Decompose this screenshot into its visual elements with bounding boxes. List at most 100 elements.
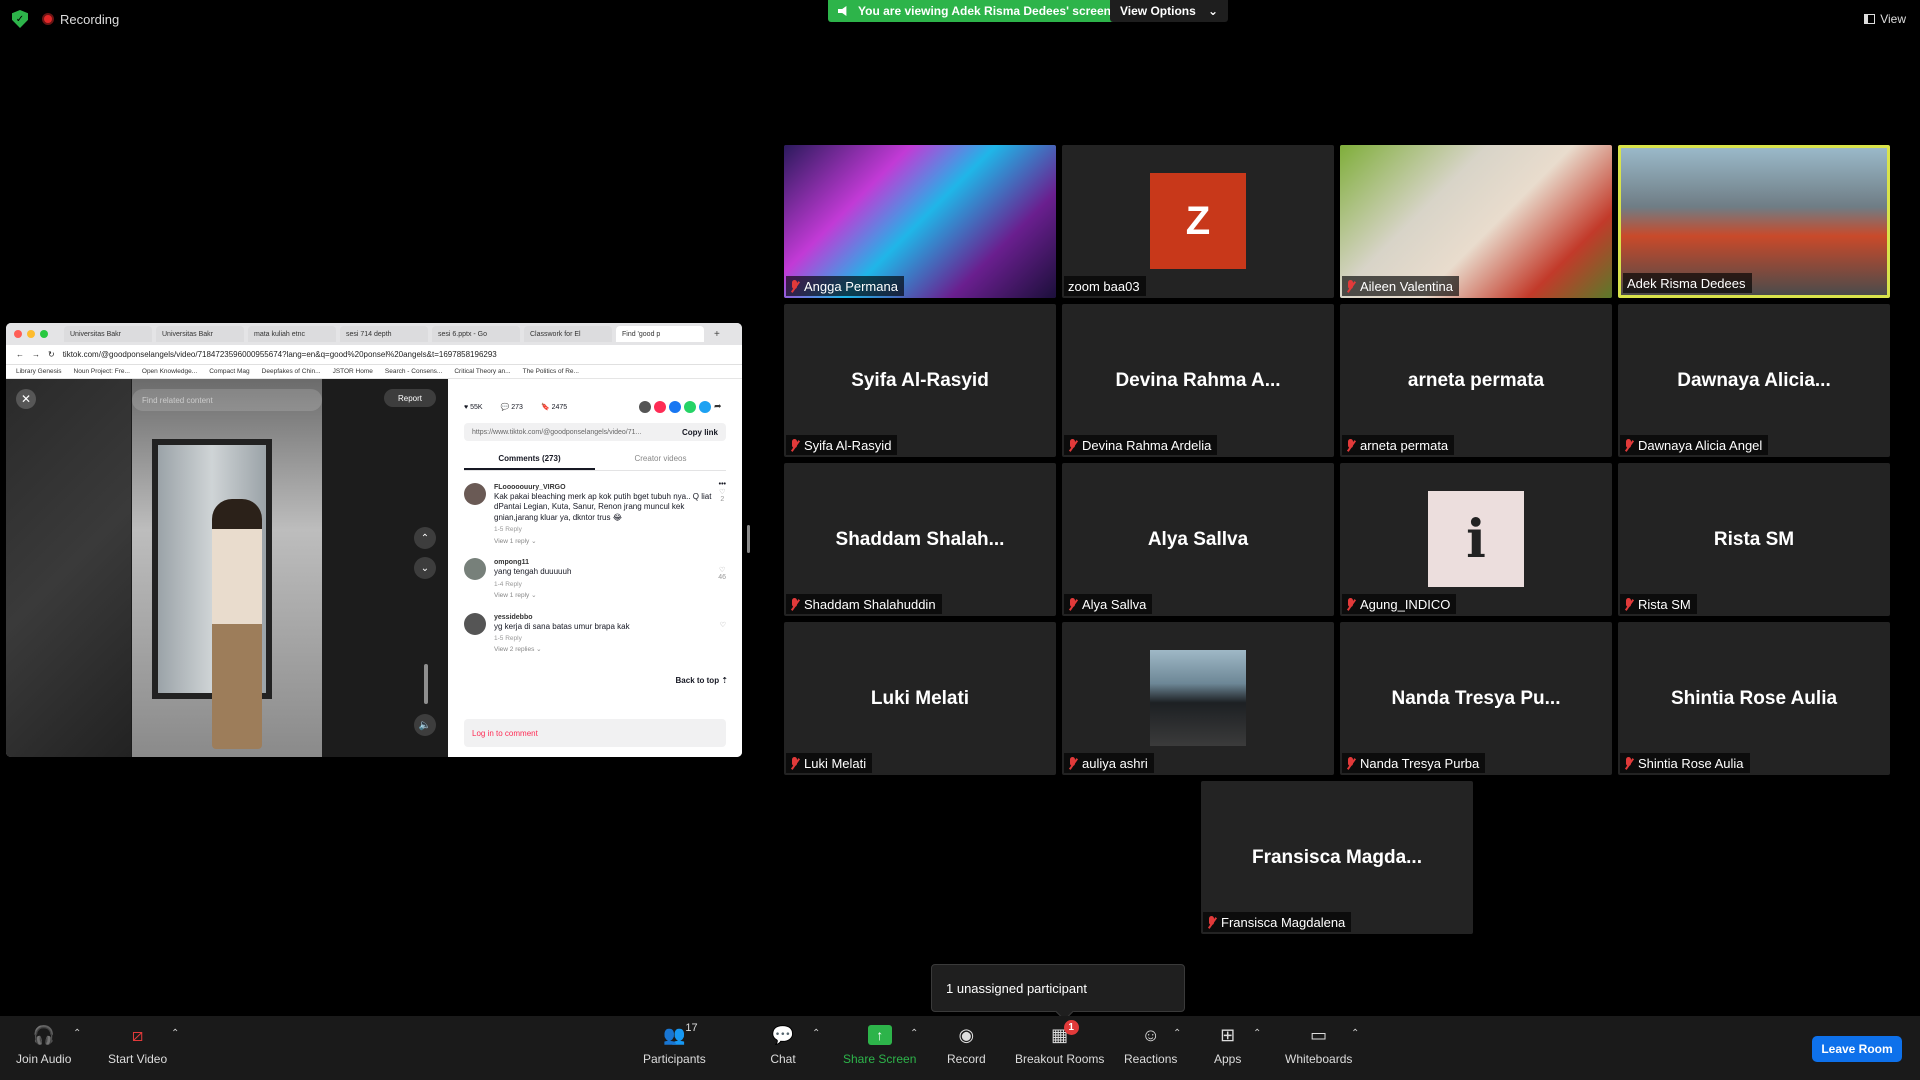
participant-tile[interactable]: Shaddam Shalah... Shaddam Shalahuddin — [784, 463, 1056, 616]
participant-tile[interactable]: Adek Risma Dedees — [1618, 145, 1890, 298]
record-button[interactable]: ◉ Record — [947, 1024, 986, 1067]
participant-tile[interactable]: Syifa Al-Rasyid Syifa Al-Rasyid — [784, 304, 1056, 457]
view-options-button[interactable]: View Options ⌄ — [1110, 0, 1228, 22]
chat-button[interactable]: 💬 Chat — [770, 1024, 796, 1067]
security-shield-icon[interactable] — [12, 10, 28, 28]
back-icon[interactable]: ← — [16, 350, 24, 359]
avatar[interactable] — [464, 612, 486, 635]
shared-screen[interactable]: Universitas Bakr Universitas Bakr mata k… — [6, 323, 742, 757]
comment-user[interactable]: FLooooouury_VIRGO — [494, 483, 726, 492]
participant-tile[interactable]: Luki Melati Luki Melati — [784, 622, 1056, 775]
bookmark-item[interactable]: Compact Mag — [209, 368, 249, 375]
heart-icon[interactable]: ♡ — [718, 566, 726, 574]
join-audio-button[interactable]: 🎧 Join Audio — [16, 1024, 71, 1067]
view-replies-link[interactable]: View 1 reply ⌄ — [494, 538, 726, 546]
heart-icon[interactable]: ♡ — [719, 488, 726, 496]
related-search-input[interactable]: Find related content — [132, 389, 322, 411]
comment-like[interactable]: ••• ♡ 2 — [719, 481, 726, 503]
comments-count[interactable]: 💬 273 — [501, 403, 523, 411]
whiteboards-button[interactable]: ▭ Whiteboards — [1285, 1024, 1352, 1067]
share-arrow-icon[interactable]: ➦ — [714, 401, 726, 413]
participant-tile[interactable]: Fransisca Magda... Fransisca Magdalena — [1201, 781, 1473, 934]
share-screen-button[interactable]: ↑ Share Screen — [843, 1024, 916, 1066]
participant-tile[interactable]: Aileen Valentina — [1340, 145, 1612, 298]
more-options-icon[interactable]: ••• — [719, 481, 726, 488]
view-replies-link[interactable]: View 1 reply ⌄ — [494, 592, 726, 600]
reactions-button[interactable]: ☺ Reactions — [1124, 1024, 1177, 1067]
address-bar[interactable]: ← → ↻ tiktok.com/@goodponselangels/video… — [6, 345, 742, 365]
likes-count[interactable]: ♥ 55K — [464, 404, 483, 411]
browser-tab[interactable]: Classwork for El — [524, 326, 612, 342]
leave-room-button[interactable]: Leave Room — [1812, 1036, 1902, 1062]
whatsapp-icon[interactable] — [684, 401, 696, 413]
bookmark-item[interactable]: Open Knowledge... — [142, 368, 197, 375]
saves-count[interactable]: 🔖 2475 — [541, 403, 567, 411]
browser-tab[interactable]: Universitas Bakr — [156, 326, 244, 342]
browser-tab-active[interactable]: Find 'good p — [616, 326, 704, 342]
chat-options-caret-icon[interactable]: ⌃ — [812, 1028, 820, 1039]
bookmark-item[interactable]: JSTOR Home — [333, 368, 373, 375]
split-resize-handle[interactable] — [747, 525, 750, 553]
facebook-icon[interactable] — [669, 401, 681, 413]
bookmark-item[interactable]: Critical Theory an... — [454, 368, 510, 375]
maximize-window-icon[interactable] — [40, 330, 48, 338]
report-button[interactable]: Report — [384, 389, 436, 407]
browser-tab[interactable]: sesi 6.pptx - Go — [432, 326, 520, 342]
browser-tab[interactable]: mata kuliah etnc — [248, 326, 336, 342]
avatar[interactable] — [464, 483, 486, 505]
participant-tile[interactable]: Shintia Rose Aulia Shintia Rose Aulia — [1618, 622, 1890, 775]
apps-button[interactable]: ⊞ Apps — [1214, 1024, 1241, 1067]
back-to-top-button[interactable]: Back to top ⇡ — [676, 676, 728, 685]
bookmark-item[interactable]: The Politics of Re... — [523, 368, 579, 375]
audio-options-caret-icon[interactable]: ⌃ — [73, 1028, 81, 1039]
recording-indicator[interactable]: Recording — [42, 12, 119, 27]
url-text[interactable]: tiktok.com/@goodponselangels/video/71847… — [63, 350, 497, 359]
friends-share-icon[interactable] — [654, 401, 666, 413]
tab-creator-videos[interactable]: Creator videos — [595, 449, 726, 470]
browser-tab[interactable]: sesi 714 depth — [340, 326, 428, 342]
participant-tile[interactable]: Angga Permana — [784, 145, 1056, 298]
comment-like[interactable]: ♡ — [720, 621, 726, 629]
previous-video-icon[interactable]: ⌃ — [414, 527, 436, 549]
bookmark-item[interactable]: Noun Project: Fre... — [74, 368, 130, 375]
comment-user[interactable]: ompong11 — [494, 558, 726, 567]
close-icon[interactable]: ✕ — [16, 389, 36, 409]
avatar[interactable] — [464, 558, 486, 581]
participant-tile[interactable]: Devina Rahma A... Devina Rahma Ardelia — [1062, 304, 1334, 457]
copy-link-button[interactable]: Copy link — [682, 428, 718, 437]
embed-icon[interactable] — [639, 401, 651, 413]
whiteboards-caret-icon[interactable]: ⌃ — [1351, 1028, 1359, 1039]
volume-icon[interactable]: 🔈 — [414, 714, 436, 736]
participant-tile[interactable]: Alya Sallva Alya Sallva — [1062, 463, 1334, 616]
comment-meta[interactable]: 1-5 Reply — [494, 635, 726, 643]
participant-tile[interactable]: i Agung_INDICO — [1340, 463, 1612, 616]
login-to-comment[interactable]: Log in to comment — [464, 719, 726, 747]
browser-tab[interactable]: Universitas Bakr — [64, 326, 152, 342]
breakout-rooms-button[interactable]: ▦ 1 Breakout Rooms — [1015, 1020, 1104, 1066]
video-options-caret-icon[interactable]: ⌃ — [171, 1028, 179, 1039]
view-replies-link[interactable]: View 2 replies ⌄ — [494, 646, 726, 654]
next-video-icon[interactable]: ⌄ — [414, 557, 436, 579]
comment-user[interactable]: yessidebbo — [494, 613, 726, 622]
participant-tile[interactable]: Zzoom baa03 — [1062, 145, 1334, 298]
bookmark-item[interactable]: Search - Consens... — [385, 368, 442, 375]
tiktok-video[interactable] — [132, 379, 322, 757]
apps-caret-icon[interactable]: ⌃ — [1253, 1028, 1261, 1039]
reload-icon[interactable]: ↻ — [48, 350, 55, 359]
close-window-icon[interactable] — [14, 330, 22, 338]
participant-tile[interactable]: arneta permata arneta permata — [1340, 304, 1612, 457]
view-button[interactable]: View — [1864, 12, 1906, 26]
comment-like[interactable]: ♡ 46 — [718, 566, 726, 581]
start-video-button[interactable]: ⧄ Start Video — [108, 1024, 167, 1067]
comment-meta[interactable]: 1-4 Reply — [494, 581, 726, 589]
reactions-caret-icon[interactable]: ⌃ — [1173, 1028, 1181, 1039]
participants-button[interactable]: 👥 17 Participants — [643, 1022, 706, 1066]
copy-link-field[interactable]: https://www.tiktok.com/@goodponselangels… — [464, 423, 726, 441]
participant-tile[interactable]: Nanda Tresya Pu... Nanda Tresya Purba — [1340, 622, 1612, 775]
participant-tile[interactable]: auliya ashri — [1062, 622, 1334, 775]
bookmark-item[interactable]: Deepfakes of Chin... — [262, 368, 321, 375]
forward-icon[interactable]: → — [32, 350, 40, 359]
tab-comments[interactable]: Comments (273) — [464, 449, 595, 470]
new-tab-icon[interactable]: + — [714, 329, 720, 340]
participant-tile[interactable]: Dawnaya Alicia... Dawnaya Alicia Angel — [1618, 304, 1890, 457]
